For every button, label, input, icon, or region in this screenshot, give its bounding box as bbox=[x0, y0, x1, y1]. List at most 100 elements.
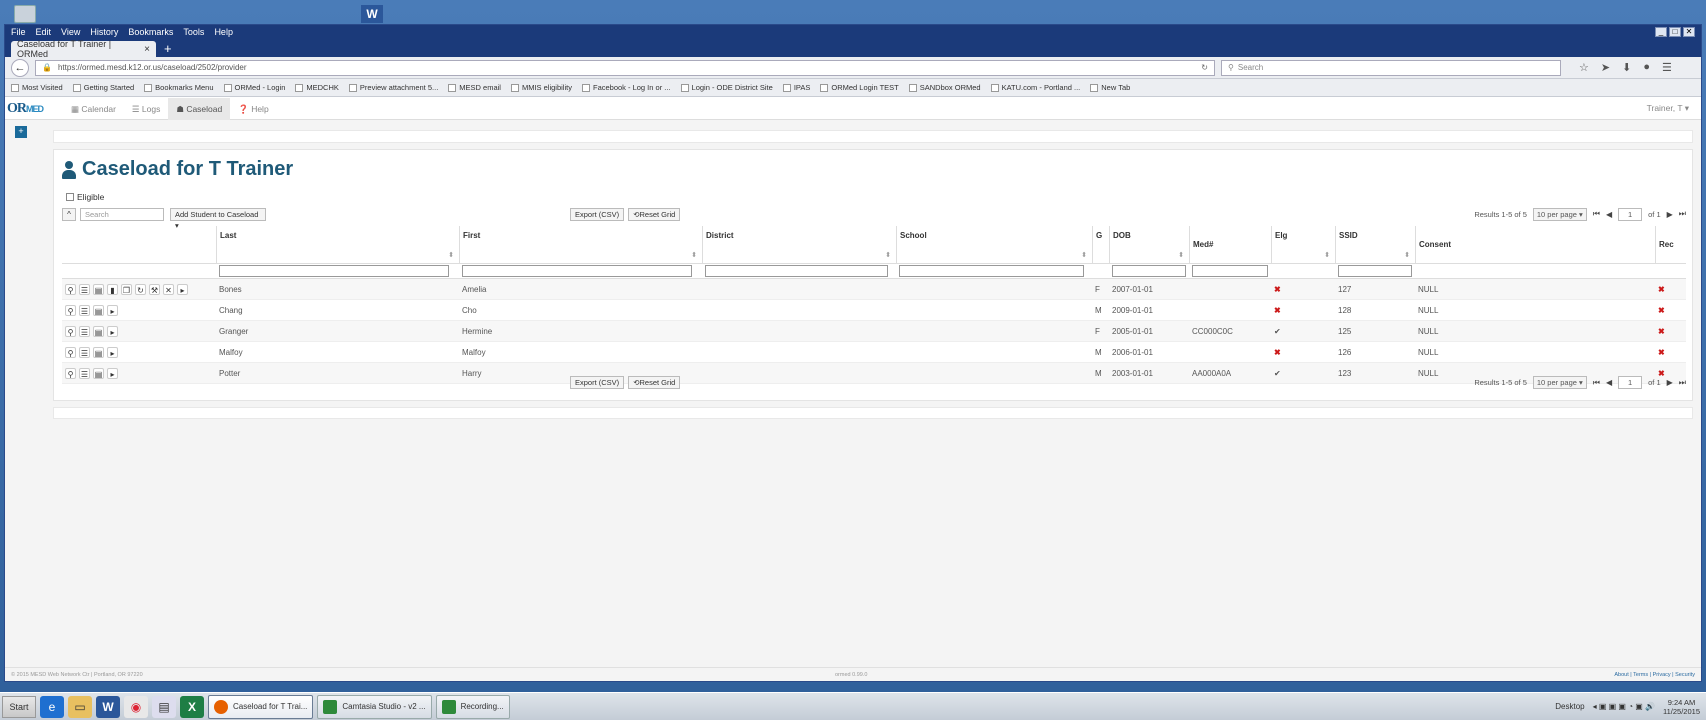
first-page-icon[interactable]: ⏮ bbox=[1593, 209, 1600, 219]
bookmark-item[interactable]: Getting Started bbox=[72, 83, 134, 92]
export-csv-button[interactable]: Export (CSV) bbox=[570, 376, 625, 389]
sidebar-toggle-button[interactable]: + bbox=[15, 126, 27, 138]
per-page-select[interactable]: 10 per page ▾ bbox=[1532, 376, 1587, 389]
desktop-toolbar[interactable]: Desktop bbox=[1555, 702, 1584, 711]
start-button[interactable]: Start bbox=[2, 695, 36, 718]
new-tab-button[interactable]: + bbox=[156, 41, 180, 57]
reset-grid-button[interactable]: ⟲Reset Grid bbox=[628, 207, 681, 221]
minimize-button[interactable]: _ bbox=[1655, 27, 1667, 37]
eligible-checkbox[interactable] bbox=[66, 193, 74, 201]
export-csv-button[interactable]: Export (CSV) bbox=[570, 207, 625, 221]
list-icon[interactable]: ☰ bbox=[79, 346, 90, 358]
sort-icon[interactable]: ⬍ bbox=[885, 251, 891, 259]
nav-logs[interactable]: ☰ Logs bbox=[124, 98, 168, 120]
task-firefox[interactable]: Caseload for T Trai... bbox=[208, 694, 314, 719]
bookmark-item[interactable]: ORMed - Login bbox=[223, 83, 285, 92]
word-icon[interactable]: W bbox=[96, 695, 120, 718]
hamburger-menu-icon[interactable]: ☰ bbox=[1662, 61, 1672, 74]
col-district[interactable]: District ⬍ bbox=[702, 226, 896, 263]
close-window-button[interactable]: ✕ bbox=[1683, 27, 1695, 37]
bookmark-item[interactable]: Most Visited bbox=[11, 83, 63, 92]
sort-icon[interactable]: ⬍ bbox=[1081, 251, 1087, 259]
bookmark-item[interactable]: ORMed Login TEST bbox=[820, 83, 899, 92]
col-school[interactable]: School ⬍ bbox=[896, 226, 1092, 263]
prev-page-icon[interactable]: ◀ bbox=[1606, 378, 1612, 387]
tab-close-icon[interactable]: × bbox=[144, 44, 150, 55]
excel-icon[interactable]: X bbox=[180, 695, 204, 718]
grid-icon[interactable]: ▤ bbox=[93, 346, 104, 358]
bookmark-item[interactable]: SANDbox ORMed bbox=[908, 83, 981, 92]
sort-icon[interactable]: ⬍ bbox=[1324, 251, 1330, 259]
table-row[interactable]: ⚲ ☰ ▤ ▸ Chang Cho M 2009-01-01 ✖ 128 NULL ✖ bbox=[62, 300, 1686, 321]
page-input[interactable]: 1 bbox=[1618, 207, 1643, 221]
next-page-icon[interactable]: ▶ bbox=[1667, 210, 1673, 219]
calculator-icon[interactable]: ▤ bbox=[152, 695, 176, 718]
table-row[interactable]: ⚲ ☰ ▤ ▮ ❐ ↻ ⚒ ✕ ▸ Bones Amelia F 2007-01-01 ✖ 127 NULL ✖ bbox=[62, 279, 1686, 300]
send-icon[interactable]: ➤ bbox=[1601, 61, 1610, 74]
nav-caseload[interactable]: ☗ Caseload bbox=[168, 97, 231, 120]
arrow-icon[interactable]: ▸ bbox=[177, 283, 188, 295]
col-g[interactable]: G bbox=[1092, 226, 1109, 263]
grid-icon[interactable]: ▤ bbox=[93, 283, 104, 295]
col-elg[interactable]: Elg ⬍ bbox=[1271, 226, 1335, 263]
chrome-icon[interactable]: ◉ bbox=[124, 695, 148, 718]
col-consent[interactable]: Consent bbox=[1415, 226, 1655, 263]
word-document-icon[interactable]: W bbox=[361, 5, 383, 23]
table-row[interactable]: ⚲ ☰ ▤ ▸ Malfoy Malfoy M 2006-01-01 ✖ 126 NULL ✖ bbox=[62, 342, 1686, 363]
arrow-icon[interactable]: ▸ bbox=[107, 325, 118, 337]
sort-icon[interactable]: ⬍ bbox=[1404, 251, 1410, 259]
arrow-icon[interactable]: ▸ bbox=[107, 304, 118, 316]
filter-first-input[interactable] bbox=[462, 265, 693, 277]
grid-search-input[interactable]: Search bbox=[80, 207, 164, 221]
col-rec[interactable]: Rec bbox=[1655, 226, 1686, 263]
tray-icons[interactable]: ◂ ▣ ▣ ▣ ◔ ▣ 🔊 bbox=[1593, 702, 1655, 711]
filter-last-input[interactable] bbox=[219, 265, 450, 277]
bookmark-item[interactable]: IPAS bbox=[782, 83, 810, 92]
col-med[interactable]: Med# bbox=[1189, 226, 1271, 263]
reload-icon[interactable]: ↻ bbox=[1201, 63, 1208, 72]
sort-icon[interactable]: ⬍ bbox=[448, 251, 454, 259]
page-input[interactable]: 1 bbox=[1618, 376, 1643, 389]
browser-search-input[interactable]: ⚲ Search bbox=[1221, 59, 1561, 76]
table-row[interactable]: ⚲ ☰ ▤ ▸ Granger Hermine F 2005-01-01 CC000C0C ✔ 12… bbox=[62, 321, 1686, 342]
list-icon[interactable]: ☰ bbox=[79, 325, 90, 337]
bookmark-item[interactable]: KATU.com - Portland ... bbox=[990, 83, 1080, 92]
prev-page-icon[interactable]: ◀ bbox=[1606, 210, 1612, 219]
next-page-icon[interactable]: ▶ bbox=[1667, 378, 1673, 387]
menu-tools[interactable]: Tools bbox=[183, 27, 204, 37]
menu-bookmarks[interactable]: Bookmarks bbox=[128, 27, 173, 37]
last-page-icon[interactable]: ⏭ bbox=[1679, 209, 1686, 219]
bookmark-item[interactable]: Bookmarks Menu bbox=[144, 83, 214, 92]
ormed-logo[interactable]: ORMED bbox=[7, 98, 63, 120]
copy-icon[interactable]: ❐ bbox=[121, 283, 132, 295]
bookmark-item[interactable]: Facebook - Log In or ... bbox=[581, 83, 671, 92]
menu-file[interactable]: File bbox=[11, 27, 26, 37]
filter-med-input[interactable] bbox=[1192, 265, 1268, 277]
zoom-icon[interactable]: ⚲ bbox=[65, 346, 76, 358]
filter-district-input[interactable] bbox=[705, 265, 889, 277]
reset-grid-button[interactable]: ⟲Reset Grid bbox=[628, 376, 681, 389]
nav-help[interactable]: ❓ Help bbox=[230, 98, 276, 120]
user-menu[interactable]: Trainer, T ▾ bbox=[1647, 103, 1701, 114]
grid-icon[interactable]: ▤ bbox=[93, 325, 104, 337]
bookmark-item[interactable]: MEDCHK bbox=[295, 83, 339, 92]
star-icon[interactable]: ☆ bbox=[1579, 61, 1589, 74]
menu-edit[interactable]: Edit bbox=[36, 27, 52, 37]
task-recording[interactable]: Recording... bbox=[435, 694, 510, 719]
filter-dob-input[interactable] bbox=[1112, 265, 1186, 277]
collapse-button[interactable]: ^ bbox=[62, 207, 76, 221]
last-page-icon[interactable]: ⏭ bbox=[1679, 378, 1686, 388]
menu-history[interactable]: History bbox=[90, 27, 118, 37]
download-icon[interactable]: ⬇ bbox=[1622, 61, 1631, 74]
task-camtasia[interactable]: Camtasia Studio - v2 ... bbox=[317, 694, 432, 719]
delete-icon[interactable]: ✕ bbox=[163, 283, 174, 295]
sort-icon[interactable]: ⬍ bbox=[1178, 251, 1184, 259]
grid-icon[interactable]: ▤ bbox=[93, 304, 104, 316]
ie-icon[interactable]: e bbox=[40, 695, 64, 718]
maximize-button[interactable]: □ bbox=[1669, 27, 1681, 37]
col-first[interactable]: First ⬍ bbox=[459, 226, 702, 263]
menu-view[interactable]: View bbox=[61, 27, 80, 37]
zoom-icon[interactable]: ⚲ bbox=[65, 304, 76, 316]
clock[interactable]: 9:24 AM 11/25/2015 bbox=[1663, 698, 1700, 716]
bookmark-item[interactable]: Preview attachment 5... bbox=[348, 83, 438, 92]
